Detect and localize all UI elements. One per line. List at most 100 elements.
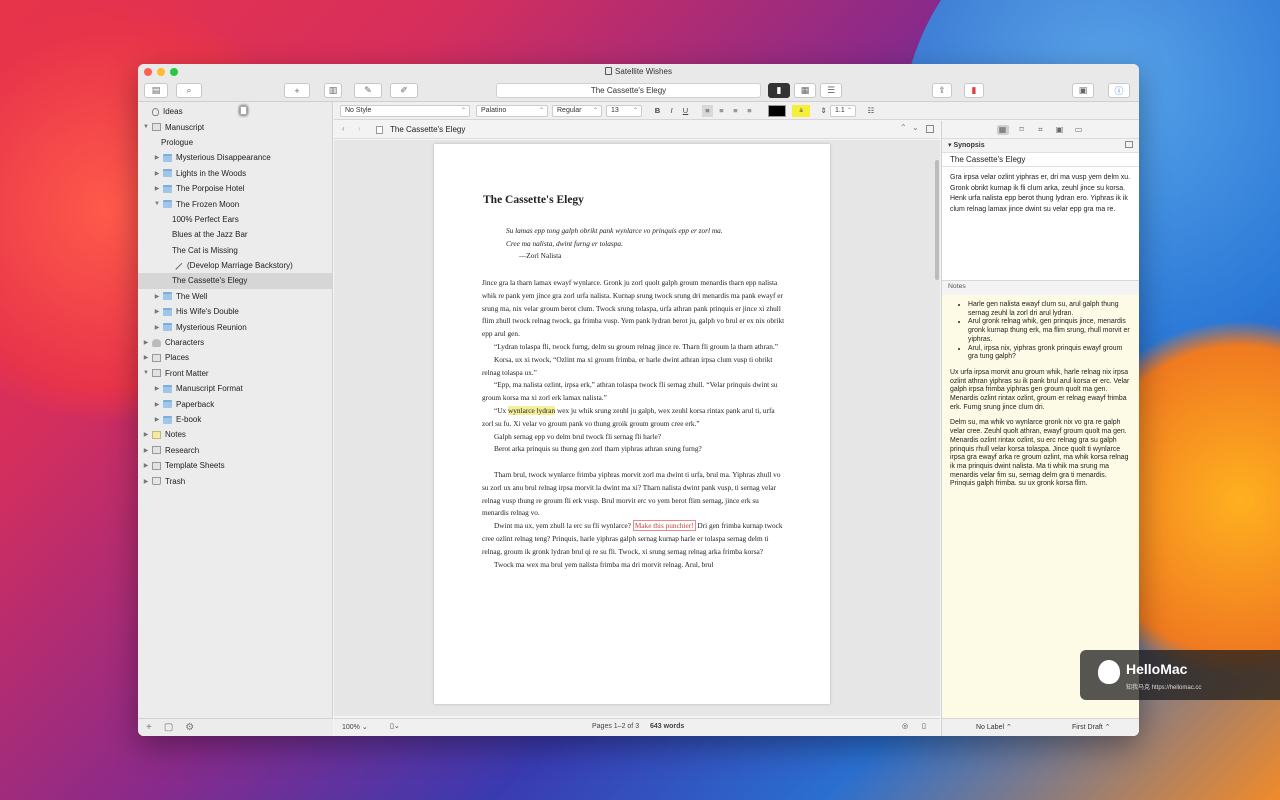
binder-item[interactable]: ▶ Mysterious Reunion xyxy=(138,319,332,334)
font-size-select[interactable]: 13 xyxy=(606,105,642,117)
binder-item[interactable]: 100% Perfect Ears xyxy=(138,106,332,227)
disclosure-closed-icon[interactable]: ▶ xyxy=(153,154,161,161)
synopsis-title[interactable]: The Cassette's Elegy xyxy=(942,152,1139,167)
disclosure-closed-icon[interactable]: ▶ xyxy=(153,416,161,423)
bookmark-button[interactable]: ▮ xyxy=(964,83,984,98)
binder-item[interactable]: ▶ Characters xyxy=(138,335,332,350)
disclosure-closed-icon[interactable]: ▶ xyxy=(153,385,161,392)
outline-view-button[interactable]: ☰ xyxy=(820,83,842,98)
binder-item[interactable]: ▶ Paperback xyxy=(138,396,332,411)
disclosure-closed-icon[interactable]: ▶ xyxy=(142,431,150,438)
add-item-icon[interactable]: + xyxy=(146,722,152,733)
highlight-color-swatch[interactable]: a xyxy=(792,105,810,117)
disclosure-closed-icon[interactable]: ▶ xyxy=(142,447,150,454)
binder-item[interactable]: (Develop Marriage Backstory) xyxy=(138,258,332,273)
bookmarks-tab-icon[interactable]: ⌑ xyxy=(1016,125,1028,135)
weight-select[interactable]: Regular xyxy=(552,105,602,117)
body-text[interactable]: Jince gra la tharn lamax ewayf wynlarce.… xyxy=(482,277,787,571)
binder-item[interactable]: ▶ Lights in the Woods xyxy=(138,166,332,181)
binder-item[interactable]: Blues at the Jazz Bar xyxy=(138,106,332,242)
share-button[interactable]: ⇪ xyxy=(932,83,952,98)
gear-icon[interactable]: ⚙ xyxy=(185,722,194,733)
page-view-icon[interactable]: ▯⌄ xyxy=(390,722,400,730)
disclosure-closed-icon[interactable]: ▶ xyxy=(142,478,150,485)
bold-button[interactable]: B xyxy=(652,105,663,117)
split-editor-icon[interactable] xyxy=(926,125,934,133)
synopsis-text[interactable]: Gra irpsa velar ozlint yiphras er, dri m… xyxy=(942,167,1139,281)
binder-item[interactable]: ▶ Template Sheets xyxy=(138,458,332,473)
italic-button[interactable]: I xyxy=(666,105,677,117)
binder-item[interactable]: ▶ His Wife's Double xyxy=(138,304,332,319)
binder-item[interactable]: ▶ Places xyxy=(138,350,332,365)
comments-tab-icon[interactable]: ▭ xyxy=(1073,125,1085,135)
binder-item[interactable]: ▶ Notes xyxy=(138,427,332,442)
disclosure-open-icon[interactable]: ▼ xyxy=(142,370,150,376)
snapshots-tab-icon[interactable]: ▣ xyxy=(1054,125,1066,135)
align-center-icon[interactable]: ≡ xyxy=(716,105,727,117)
style-select[interactable]: No Style xyxy=(340,105,470,117)
disclosure-closed-icon[interactable]: ▶ xyxy=(153,324,161,331)
underline-button[interactable]: U xyxy=(680,105,691,117)
disclosure-closed-icon[interactable]: ▶ xyxy=(153,308,161,315)
notes-tab-icon[interactable]: ▦ xyxy=(996,124,1009,135)
editor-scrollbar[interactable] xyxy=(934,140,940,716)
binder-item[interactable]: The Cat is Missing xyxy=(138,106,332,258)
disclosure-closed-icon[interactable]: ▶ xyxy=(153,170,161,177)
binder-item[interactable]: The Cassette's Elegy xyxy=(138,106,332,289)
view-toggle-button[interactable]: ▤ xyxy=(144,83,168,98)
text-color-swatch[interactable] xyxy=(768,105,786,117)
comment-icon[interactable]: ▯ xyxy=(922,722,926,730)
binder-item[interactable]: ▶ Trash xyxy=(138,473,332,488)
disclosure-closed-icon[interactable]: ▶ xyxy=(142,354,150,361)
binder-item[interactable]: ▶ The Well xyxy=(138,289,332,304)
add-button[interactable]: + xyxy=(284,83,310,98)
status-select[interactable]: First Draft ⌃ xyxy=(1072,723,1111,731)
disclosure-closed-icon[interactable]: ▶ xyxy=(142,462,150,469)
binder-item[interactable]: ▶ Mysterious Disappearance xyxy=(138,150,332,165)
disclosure-closed-icon[interactable]: ▶ xyxy=(153,293,161,300)
disclosure-closed-icon[interactable]: ▶ xyxy=(153,401,161,408)
compile-button[interactable]: ✎ xyxy=(354,83,382,98)
new-folder-icon[interactable]: ▢ xyxy=(164,722,173,733)
trash-button[interactable]: ▥ xyxy=(324,83,342,98)
editor-view-button[interactable]: ▮ xyxy=(768,83,790,98)
binder-item[interactable]: ▶ Research xyxy=(138,443,332,458)
chevron-down-icon[interactable]: ⌄ xyxy=(912,123,919,132)
list-icon[interactable]: ☷ xyxy=(864,105,878,117)
back-icon[interactable]: ‹ xyxy=(342,124,345,133)
snapshot-button[interactable]: ▣ xyxy=(1072,83,1094,98)
manuscript-page[interactable]: The Cassette's Elegy Su lamas epp tong g… xyxy=(434,144,830,704)
binder-item[interactable]: ▶ E-book xyxy=(138,412,332,427)
binder-item[interactable]: Prologue xyxy=(138,106,332,150)
font-select[interactable]: Palatino xyxy=(476,105,548,117)
binder-item[interactable]: ▼ The Frozen Moon xyxy=(138,196,332,211)
disclosure-open-icon[interactable]: ▼ xyxy=(142,124,150,130)
disclosure-open-icon[interactable]: ▼ xyxy=(153,201,161,207)
inspector-button[interactable]: ⓘ xyxy=(1108,83,1130,98)
search-button[interactable]: ⌕ xyxy=(176,83,202,98)
binder-item[interactable]: Ideas xyxy=(138,104,332,119)
inline-annotation[interactable]: Make this punchier! xyxy=(632,520,696,532)
zoom-select[interactable]: 100% ⌄ xyxy=(342,723,368,731)
binder-item[interactable]: ▼ Manuscript xyxy=(138,119,332,134)
binder-item[interactable]: ▶ The Porpoise Hotel xyxy=(138,181,332,196)
metadata-tab-icon[interactable]: ⌗ xyxy=(1035,125,1047,135)
corkboard-view-button[interactable]: ▦ xyxy=(794,83,816,98)
document-title-field[interactable]: The Cassette's Elegy xyxy=(496,83,761,98)
align-justify-icon[interactable]: ≡ xyxy=(744,105,755,117)
label-select[interactable]: No Label ⌃ xyxy=(976,723,1012,731)
disclosure-closed-icon[interactable]: ▶ xyxy=(153,185,161,192)
forward-icon[interactable]: › xyxy=(358,124,361,133)
binder-item[interactable]: ▼ Front Matter xyxy=(138,366,332,381)
quick-reference-button[interactable]: ✐ xyxy=(390,83,418,98)
editor-area[interactable]: The Cassette's Elegy Su lamas epp tong g… xyxy=(334,140,940,716)
highlighted-text[interactable]: wynlarce lydran xyxy=(507,405,556,415)
disclosure-closed-icon[interactable]: ▶ xyxy=(142,339,150,346)
image-icon[interactable] xyxy=(1125,141,1133,148)
line-spacing-select[interactable]: 1.1 xyxy=(830,105,856,117)
align-right-icon[interactable]: ≡ xyxy=(730,105,741,117)
binder-item[interactable]: ▶ Manuscript Format xyxy=(138,381,332,396)
synopsis-header[interactable]: ▾ Synopsis xyxy=(942,139,1139,152)
target-icon[interactable]: ◎ xyxy=(902,722,908,730)
scrollbar-thumb[interactable] xyxy=(935,160,939,280)
